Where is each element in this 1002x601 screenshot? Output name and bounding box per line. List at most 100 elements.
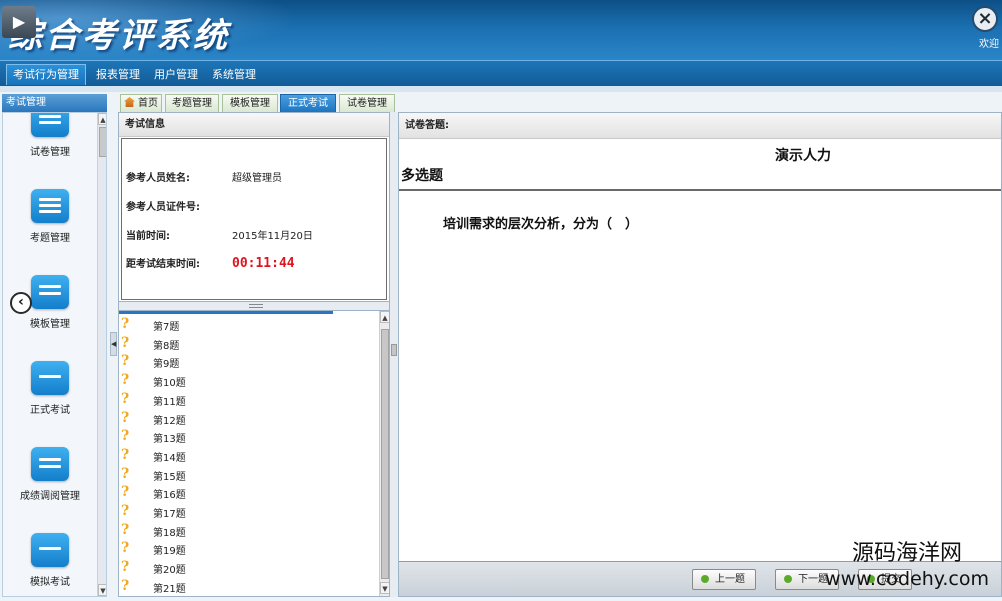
- current-time-row: 当前时间: 2015年11月20日: [126, 227, 313, 242]
- question-mark-icon: ?: [121, 446, 130, 463]
- mock-exam-icon: [31, 533, 69, 567]
- scroll-thumb[interactable]: [99, 127, 106, 157]
- question-mark-icon: ?: [121, 428, 130, 445]
- question-list-item[interactable]: ? 第7题: [121, 315, 379, 333]
- paper-icon: [31, 113, 69, 137]
- question-mark-icon: ?: [121, 372, 130, 389]
- scroll-thumb[interactable]: [381, 329, 389, 579]
- question-list: ? 第7题? 第8题? 第9题? 第10题? 第11题? 第12题? 第13题? 第14题? 第1…: [118, 310, 390, 597]
- panel-splitter[interactable]: [118, 302, 390, 310]
- sidebar-item-mock-exam[interactable]: 模拟考试: [3, 533, 97, 588]
- question-mark-icon: ?: [121, 521, 130, 538]
- play-icon: ▶: [2, 6, 36, 38]
- prev-question-button[interactable]: 上一题: [692, 569, 756, 590]
- list-icon: [31, 189, 69, 223]
- sidebar-item-question[interactable]: 考题管理: [3, 189, 97, 244]
- list-top-line: [119, 311, 333, 314]
- question-list-item[interactable]: ? 第13题: [121, 427, 379, 445]
- prev-label: 上一题: [715, 574, 745, 585]
- menu-system[interactable]: 系统管理: [206, 64, 262, 85]
- menu-user[interactable]: 用户管理: [148, 64, 204, 85]
- section-divider: [399, 189, 1001, 191]
- question-mark-icon: ?: [121, 540, 130, 557]
- question-list-item[interactable]: ? 第9题: [121, 352, 379, 370]
- tab-formal-exam[interactable]: 正式考试: [280, 94, 336, 112]
- question-list-item[interactable]: ? 第12题: [121, 409, 379, 427]
- question-label: 第20题: [153, 565, 186, 577]
- question-list-item[interactable]: ? 第17题: [121, 502, 379, 520]
- question-list-item[interactable]: ? 第10题: [121, 371, 379, 389]
- question-label: 第19题: [153, 546, 186, 558]
- sidebar-item-score[interactable]: 成绩调阅管理: [3, 447, 97, 502]
- examinee-name-value: 超级管理员: [232, 173, 282, 184]
- app-header: 综合考评系统 综合考评系统 ▶ × 欢迎: [0, 0, 1002, 60]
- remaining-time-label: 距考试结束时间:: [126, 259, 200, 270]
- question-list-item[interactable]: ? 第14题: [121, 446, 379, 464]
- remaining-time-row: 距考试结束时间: 00:11:44: [126, 255, 295, 271]
- tab-home[interactable]: 首页: [120, 94, 162, 112]
- home-icon: [124, 97, 135, 107]
- question-mark-icon: ?: [121, 577, 130, 594]
- menu-report[interactable]: 报表管理: [90, 64, 146, 85]
- question-label: 第21题: [153, 583, 186, 595]
- sidebar-item-label: 模拟考试: [30, 577, 70, 588]
- exam-info-content: 参考人员姓名: 超级管理员 参考人员证件号: 当前时间: 2015年11月20日 距…: [121, 138, 387, 300]
- question-label: 第11题: [153, 396, 186, 408]
- tab-question-manage[interactable]: 考题管理: [165, 94, 219, 112]
- question-label: 第13题: [153, 434, 186, 446]
- answer-panel: 试卷答题: 演示人力 多选题 培训需求的层次分析，分为（ ） 上一题 下一题 提…: [398, 112, 1002, 597]
- scroll-down-icon[interactable]: ▼: [380, 582, 389, 594]
- question-mark-icon: ?: [121, 353, 130, 370]
- watermark: 源码海洋网 www.codehy.com: [812, 541, 1002, 591]
- sidebar-item-label: 成绩调阅管理: [20, 491, 80, 502]
- question-list-scrollbar[interactable]: ▲ ▼: [379, 311, 389, 596]
- arrow-right-icon: [784, 575, 792, 583]
- exam-info-panel: 考试信息 参考人员姓名: 超级管理员 参考人员证件号: 当前时间: 2015年11月…: [118, 112, 390, 302]
- scroll-up-icon[interactable]: ▲: [98, 113, 106, 125]
- examinee-id-row: 参考人员证件号:: [126, 198, 232, 213]
- section-title: 多选题: [401, 168, 443, 184]
- question-label: 第8题: [153, 340, 180, 352]
- examinee-name-row: 参考人员姓名: 超级管理员: [126, 169, 282, 184]
- sidebar-item-paper[interactable]: 试卷管理: [3, 113, 97, 158]
- tab-template-manage[interactable]: 模板管理: [222, 94, 278, 112]
- tab-label: 首页: [138, 98, 158, 109]
- question-list-item[interactable]: ? 第21题: [121, 577, 379, 595]
- arrow-left-icon: [701, 575, 709, 583]
- scroll-up-icon[interactable]: ▲: [380, 311, 389, 323]
- app-title-reflection: 综合考评系统: [8, 28, 230, 44]
- question-list-item[interactable]: ? 第18题: [121, 521, 379, 539]
- menu-exam-behavior[interactable]: 考试行为管理: [6, 64, 86, 85]
- scroll-down-icon[interactable]: ▼: [98, 584, 106, 596]
- collapse-handle[interactable]: ◀: [110, 332, 117, 356]
- question-list-item[interactable]: ? 第11题: [121, 390, 379, 408]
- question-label: 第12题: [153, 415, 186, 427]
- question-label: 第9题: [153, 359, 180, 371]
- question-list-item[interactable]: ? 第20题: [121, 558, 379, 576]
- vertical-splitter[interactable]: [390, 112, 398, 597]
- template-icon: [31, 275, 69, 309]
- sidebar: 试卷管理 考题管理 模板管理 正式考试 成绩调阅管理 模拟考试 ▲ ▼: [2, 112, 107, 597]
- splitter-grip-icon: [249, 304, 263, 308]
- question-mark-icon: ?: [121, 465, 130, 482]
- question-mark-icon: ?: [121, 503, 130, 519]
- close-button[interactable]: ×: [972, 6, 998, 32]
- tab-bar: 首页 考题管理 模板管理 正式考试 试卷管理: [118, 92, 1002, 112]
- chevron-left-icon[interactable]: ‹: [10, 292, 32, 314]
- sidebar-scrollbar[interactable]: ▲ ▼: [97, 113, 106, 596]
- question-list-item[interactable]: ? 第16题: [121, 483, 379, 501]
- sidebar-item-formal-exam[interactable]: 正式考试: [3, 361, 97, 416]
- current-time-value: 2015年11月20日: [232, 231, 313, 242]
- examinee-id-label: 参考人员证件号:: [126, 202, 200, 213]
- question-list-item[interactable]: ? 第19题: [121, 539, 379, 557]
- question-list-item[interactable]: ? 第15题: [121, 465, 379, 483]
- examinee-name-label: 参考人员姓名:: [126, 173, 190, 184]
- current-time-label: 当前时间:: [126, 231, 170, 242]
- question-mark-icon: ?: [121, 390, 130, 407]
- paper-title: 演示人力: [775, 148, 831, 164]
- question-label: 第14题: [153, 452, 186, 464]
- watermark-url: www.codehy.com: [825, 568, 989, 590]
- question-list-item[interactable]: ? 第8题: [121, 334, 379, 352]
- tab-paper-manage[interactable]: 试卷管理: [339, 94, 395, 112]
- question-label: 第7题: [153, 322, 180, 333]
